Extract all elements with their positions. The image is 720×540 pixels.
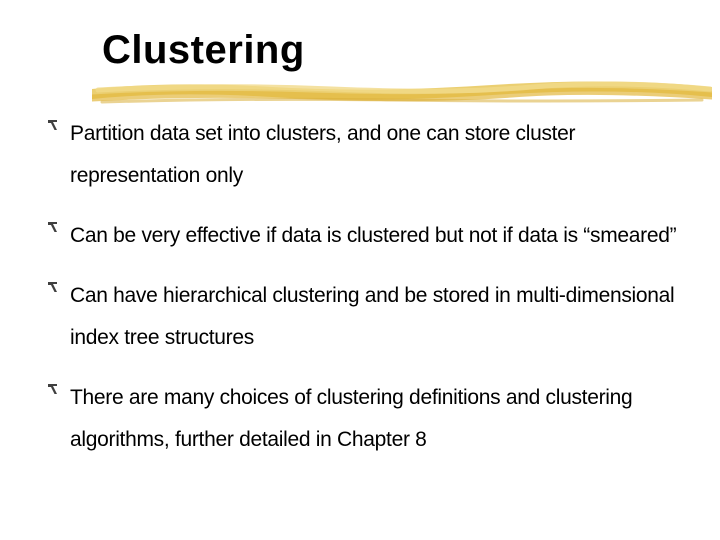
slide: Clustering Partition data set into clust… [0, 0, 720, 540]
bullet-icon [46, 281, 60, 293]
list-item: Can be very effective if data is cluster… [46, 215, 696, 257]
bullet-list: Partition data set into clusters, and on… [46, 113, 696, 461]
bullet-icon [46, 221, 60, 233]
list-item: Partition data set into clusters, and on… [46, 113, 696, 197]
title-underline-brush [92, 78, 712, 106]
bullet-text: Partition data set into clusters, and on… [70, 113, 696, 197]
list-item: Can have hierarchical clustering and be … [46, 275, 696, 359]
bullet-icon [46, 383, 60, 395]
bullet-icon [46, 119, 60, 131]
bullet-text: Can be very effective if data is cluster… [70, 215, 676, 257]
bullet-text: Can have hierarchical clustering and be … [70, 275, 696, 359]
list-item: There are many choices of clustering def… [46, 377, 696, 461]
slide-title: Clustering [102, 28, 696, 73]
bullet-text: There are many choices of clustering def… [70, 377, 696, 461]
title-block: Clustering [102, 28, 696, 73]
